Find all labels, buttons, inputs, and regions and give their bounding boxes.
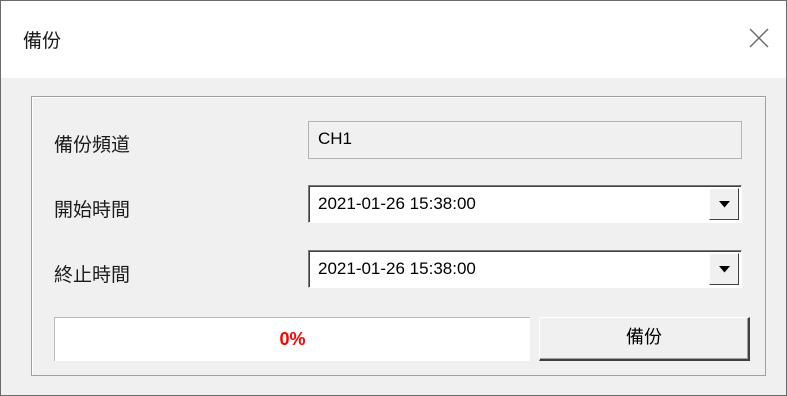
window-title: 備份 <box>23 30 62 52</box>
start-time-dropdown-button[interactable] <box>709 188 739 220</box>
end-time-select[interactable]: 2021-01-26 15:38:00 <box>308 250 742 288</box>
dropdown-arrow-icon <box>719 201 730 208</box>
close-icon <box>749 28 769 48</box>
end-time-value: 2021-01-26 15:38:00 <box>318 259 476 278</box>
channel-label: 備份頻道 <box>54 134 131 156</box>
progress-percent-text: 0% <box>279 329 306 349</box>
backup-button[interactable]: 備份 <box>539 317 750 361</box>
start-time-select[interactable]: 2021-01-26 15:38:00 <box>308 185 742 223</box>
start-time-label: 開始時間 <box>54 199 131 221</box>
channel-field: CH1 <box>308 121 742 159</box>
end-time-dropdown-button[interactable] <box>709 253 739 285</box>
close-button[interactable] <box>734 13 786 65</box>
title-bar: 備份 <box>1 1 786 78</box>
channel-value: CH1 <box>318 129 353 148</box>
backup-progress-bar: 0% <box>54 317 530 361</box>
end-time-label: 終止時間 <box>54 264 131 286</box>
backup-dialog: 備份 備份頻道 CH1 開始時間 2021-01-26 15:38:00 終止時… <box>0 0 787 396</box>
start-time-value: 2021-01-26 15:38:00 <box>318 194 476 213</box>
dropdown-arrow-icon <box>719 266 730 273</box>
